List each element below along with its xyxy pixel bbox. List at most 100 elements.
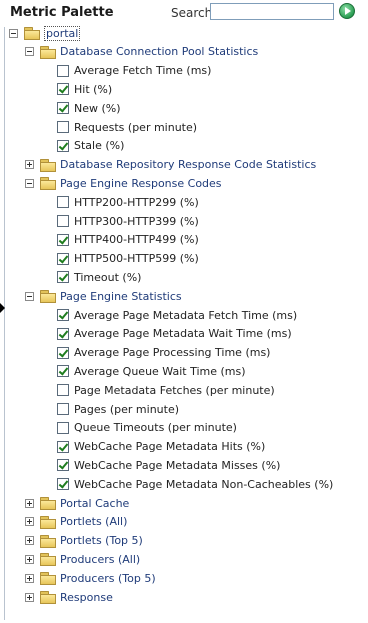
folder-icon bbox=[40, 497, 56, 510]
panel-title: Metric Palette bbox=[10, 5, 114, 20]
folder-icon bbox=[40, 45, 56, 59]
collapse-splitter-handle[interactable] bbox=[0, 303, 5, 313]
metric-checkbox[interactable] bbox=[57, 215, 69, 227]
metric-item[interactable]: WebCache Page Metadata Hits (%) bbox=[57, 438, 265, 456]
tree-group-label[interactable]: Producers (All) bbox=[60, 553, 140, 566]
metric-item[interactable]: Timeout (%) bbox=[57, 268, 141, 286]
metric-label: Average Fetch Time (ms) bbox=[74, 64, 212, 78]
tree-group[interactable]: Response bbox=[25, 588, 113, 606]
metric-checkbox[interactable] bbox=[57, 384, 69, 397]
metric-checkbox[interactable] bbox=[57, 139, 69, 152]
tree-group-label[interactable]: Portal Cache bbox=[60, 497, 129, 510]
metric-label: Hit (%) bbox=[74, 82, 113, 96]
metric-item[interactable]: WebCache Page Metadata Non-Cacheables (%… bbox=[57, 475, 333, 493]
metric-label: New (%) bbox=[74, 101, 121, 115]
folder-icon bbox=[40, 158, 56, 172]
tree-group[interactable]: Portlets (All) bbox=[25, 513, 127, 531]
collapse-toggle-icon[interactable] bbox=[25, 291, 34, 301]
tree-node-label[interactable]: portal bbox=[44, 25, 81, 41]
metric-checkbox[interactable] bbox=[57, 365, 69, 378]
metric-item[interactable]: HTTP500-HTTP599 (%) bbox=[57, 250, 199, 268]
metric-palette-panel: Metric Palette Search portal Database Con… bbox=[0, 0, 368, 623]
metric-checkbox[interactable] bbox=[57, 403, 69, 415]
metric-item[interactable]: Pages (per minute) bbox=[57, 400, 179, 418]
metric-item[interactable]: Average Page Metadata Wait Time (ms) bbox=[57, 325, 292, 343]
metric-checkbox[interactable] bbox=[57, 102, 69, 115]
metric-label: Average Page Processing Time (ms) bbox=[74, 346, 271, 360]
collapse-toggle-icon[interactable] bbox=[25, 178, 34, 188]
search-go-button[interactable] bbox=[339, 3, 355, 19]
metric-checkbox[interactable] bbox=[57, 83, 69, 96]
folder-icon bbox=[40, 515, 56, 529]
tree-group[interactable]: Page Engine Statistics bbox=[25, 287, 182, 305]
metric-item[interactable]: Stale (%) bbox=[57, 137, 124, 155]
expand-toggle-icon[interactable] bbox=[25, 573, 34, 583]
metric-label: Pages (per minute) bbox=[74, 402, 180, 416]
expand-toggle-icon[interactable] bbox=[25, 536, 34, 546]
metric-item[interactable]: HTTP300-HTTP399 (%) bbox=[57, 212, 199, 230]
metric-checkbox[interactable] bbox=[57, 64, 69, 77]
tree-node-portal[interactable]: portal bbox=[9, 24, 81, 42]
tree-group[interactable]: Producers (Top 5) bbox=[25, 569, 156, 587]
metric-label: HTTP300-HTTP399 (%) bbox=[74, 214, 199, 228]
metric-checkbox[interactable] bbox=[57, 440, 69, 453]
metric-item[interactable]: WebCache Page Metadata Misses (%) bbox=[57, 456, 280, 474]
metric-item[interactable]: Average Page Processing Time (ms) bbox=[57, 344, 270, 362]
tree-group[interactable]: Portal Cache bbox=[25, 494, 129, 512]
tree-group-label[interactable]: Producers (Top 5) bbox=[60, 572, 156, 585]
metric-checkbox[interactable] bbox=[57, 421, 69, 434]
metric-checkbox[interactable] bbox=[57, 478, 69, 491]
collapse-toggle-icon[interactable] bbox=[9, 28, 18, 38]
search-input[interactable] bbox=[210, 3, 334, 20]
tree-group[interactable]: Portlets (Top 5) bbox=[25, 532, 143, 550]
metric-checkbox[interactable] bbox=[57, 346, 69, 359]
expand-toggle-icon[interactable] bbox=[25, 592, 34, 602]
tree-group[interactable]: Database Repository Response Code Statis… bbox=[25, 156, 316, 174]
metric-item[interactable]: Page Metadata Fetches (per minute) bbox=[57, 381, 275, 399]
metric-checkbox[interactable] bbox=[57, 459, 69, 472]
expand-toggle-icon[interactable] bbox=[25, 160, 34, 170]
tree-group-label[interactable]: Page Engine Statistics bbox=[60, 290, 182, 303]
metric-label: WebCache Page Metadata Hits (%) bbox=[74, 440, 266, 454]
tree-group-label[interactable]: Portlets (Top 5) bbox=[60, 534, 143, 547]
metric-checkbox[interactable] bbox=[57, 327, 69, 340]
tree-group[interactable]: Database Connection Pool Statistics bbox=[25, 43, 258, 61]
folder-icon bbox=[40, 553, 56, 567]
expand-toggle-icon[interactable] bbox=[25, 554, 34, 564]
tree-group-label[interactable]: Database Connection Pool Statistics bbox=[60, 45, 258, 58]
metric-checkbox[interactable] bbox=[57, 196, 69, 209]
tree-group-label[interactable]: Response bbox=[60, 591, 113, 604]
panel-border bbox=[4, 27, 5, 620]
tree-group-label[interactable]: Page Engine Response Codes bbox=[60, 177, 222, 190]
metric-label: Page Metadata Fetches (per minute) bbox=[74, 383, 275, 397]
tree-group[interactable]: Producers (All) bbox=[25, 550, 140, 568]
metric-label: HTTP400-HTTP499 (%) bbox=[74, 233, 199, 247]
metric-checkbox[interactable] bbox=[57, 233, 69, 246]
metric-item[interactable]: Average Queue Wait Time (ms) bbox=[57, 362, 246, 380]
expand-toggle-icon[interactable] bbox=[25, 498, 34, 508]
metric-item[interactable]: Queue Timeouts (per minute) bbox=[57, 419, 237, 437]
metric-checkbox[interactable] bbox=[57, 252, 69, 265]
metric-item[interactable]: HTTP200-HTTP299 (%) bbox=[57, 193, 199, 211]
metric-item[interactable]: Hit (%) bbox=[57, 80, 112, 98]
folder-icon bbox=[40, 572, 56, 586]
tree-group-label[interactable]: Database Repository Response Code Statis… bbox=[60, 158, 316, 171]
folder-icon bbox=[40, 534, 56, 548]
metric-checkbox[interactable] bbox=[57, 309, 69, 321]
metric-checkbox[interactable] bbox=[57, 121, 69, 133]
metric-label: HTTP500-HTTP599 (%) bbox=[74, 252, 199, 266]
metric-label: Average Queue Wait Time (ms) bbox=[74, 364, 246, 378]
expand-toggle-icon[interactable] bbox=[25, 517, 34, 527]
metric-item[interactable]: Requests (per minute) bbox=[57, 118, 197, 136]
metric-checkbox[interactable] bbox=[57, 271, 69, 284]
metric-item[interactable]: HTTP400-HTTP499 (%) bbox=[57, 231, 199, 249]
tree-group-label[interactable]: Portlets (All) bbox=[60, 515, 127, 528]
metric-item[interactable]: Average Fetch Time (ms) bbox=[57, 62, 211, 80]
tree-group[interactable]: Page Engine Response Codes bbox=[25, 174, 222, 192]
metric-item[interactable]: New (%) bbox=[57, 99, 121, 117]
metric-label: WebCache Page Metadata Misses (%) bbox=[74, 458, 281, 472]
collapse-toggle-icon[interactable] bbox=[25, 47, 34, 57]
metric-label: Average Page Metadata Fetch Time (ms) bbox=[74, 308, 298, 322]
metric-item[interactable]: Average Page Metadata Fetch Time (ms) bbox=[57, 306, 297, 324]
folder-icon bbox=[24, 27, 40, 40]
